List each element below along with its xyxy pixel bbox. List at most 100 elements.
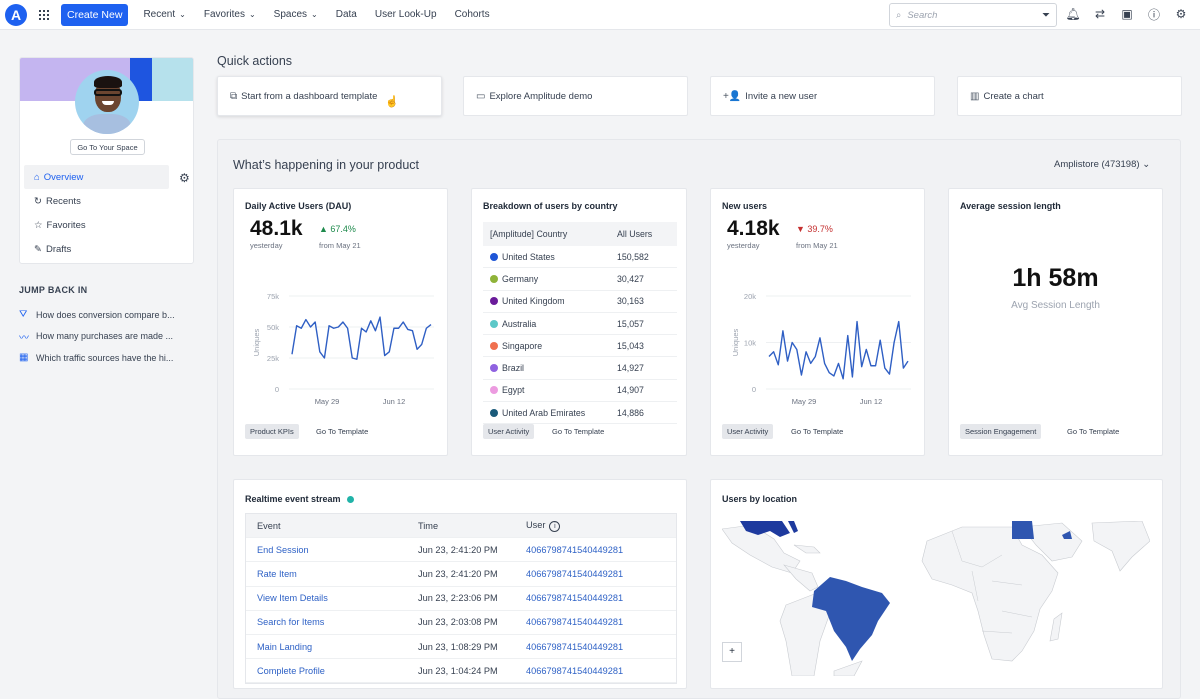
map-region-central-america [784, 565, 818, 591]
event-stream-title: Realtime event stream [245, 494, 354, 504]
bell-icon[interactable]: 🔔︎ [1066, 7, 1080, 21]
sidebar-item-label: Recents [46, 196, 81, 207]
country-row[interactable]: Brazil14,927 [483, 357, 677, 379]
nav-data[interactable]: Data [327, 9, 366, 20]
recents-icon: ↻ [34, 196, 42, 207]
world-map[interactable] [722, 521, 1150, 676]
country-row[interactable]: Egypt14,907 [483, 380, 677, 402]
dau-card: Daily Active Users (DAU) 48.1k yesterday… [233, 188, 448, 456]
country-user-count: 15,043 [617, 341, 677, 351]
event-user-link[interactable]: 4066798741540449281 [526, 642, 676, 652]
gear-icon[interactable]: ⚙ [1174, 7, 1188, 21]
series-line[interactable] [769, 322, 908, 379]
user-activity-tag[interactable]: User Activity [483, 424, 534, 439]
product-kpis-tag[interactable]: Product KPIs [245, 424, 299, 439]
main-nav: Recent⌄Favorites⌄Spaces⌄DataUser Look-Up… [134, 9, 498, 20]
country-name: Egypt [502, 385, 525, 395]
country-breakdown-title: Breakdown of users by country [483, 201, 618, 211]
jump-back-in-heading: JUMP BACK IN [19, 285, 87, 295]
go-to-template-link[interactable]: Go To Template [1067, 427, 1119, 436]
chart-icon: ▥ [970, 91, 979, 102]
y-tick-label: 75k [267, 292, 279, 301]
event-user-link[interactable]: 4066798741540449281 [526, 545, 676, 555]
x-tick-label: Jun 12 [383, 397, 406, 406]
frame-icon[interactable]: ▣ [1120, 7, 1134, 21]
country-row[interactable]: Singapore 15,043 [483, 335, 677, 357]
series-line[interactable] [292, 317, 431, 359]
event-name-link[interactable]: Rate Item [246, 569, 418, 579]
sidebar-item-recents[interactable]: ↻ Recents [24, 189, 190, 213]
country-row[interactable]: Germany30,427 [483, 268, 677, 290]
country-name: United States [502, 252, 555, 262]
country-row[interactable]: United Kingdom30,163 [483, 291, 677, 313]
sidebar-item-favorites[interactable]: ☆Favorites [24, 213, 190, 237]
project-selector[interactable]: Amplistore (473198) ⌄ [1054, 159, 1150, 170]
nav-spaces[interactable]: Spaces⌄ [265, 9, 327, 20]
space-settings-gear-icon[interactable]: ⚙ [179, 171, 190, 185]
add-user-icon: +👤 [723, 91, 741, 102]
event-time: Jun 23, 1:04:24 PM [418, 666, 526, 676]
country-column-header[interactable]: [Amplitude] Country [483, 229, 617, 239]
all-users-column-header[interactable]: All Users [617, 229, 677, 239]
event-user-link[interactable]: 4066798741540449281 [526, 666, 676, 676]
country-row[interactable]: United States150,582 [483, 246, 677, 268]
event-user-link[interactable]: 4066798741540449281 [526, 617, 676, 627]
product-panel-title: What’s happening in your product [233, 158, 419, 172]
event-name-link[interactable]: Search for Items [246, 617, 418, 627]
event-name-link[interactable]: Complete Profile [246, 666, 418, 676]
chevron-down-icon: ⌄ [1142, 159, 1150, 170]
session-engagement-tag[interactable]: Session Engagement [960, 424, 1041, 439]
app-grid-icon[interactable] [39, 10, 49, 20]
sidebar-item-overview[interactable]: ⌂Overview [24, 165, 169, 189]
chevron-down-icon: ⌄ [179, 10, 186, 19]
event-name-link[interactable]: View Item Details [246, 593, 418, 603]
sidebar-item-drafts[interactable]: ✎Drafts [24, 237, 190, 261]
quick-action-invite-a-new-user[interactable]: +👤Invite a new user [710, 76, 935, 116]
avg-session-label: Avg Session Length [949, 300, 1162, 311]
country-name: Singapore [502, 341, 542, 351]
country-color-dot-icon [490, 364, 498, 372]
swap-icon[interactable]: ⇄ [1093, 7, 1107, 21]
search-input[interactable]: ⌕ Search ⏷ [889, 3, 1057, 27]
help-icon[interactable]: ⓘ [1147, 7, 1161, 21]
jump-back-item[interactable]: 〰How many purchases are made ... [19, 326, 175, 348]
filter-icon[interactable]: ⏷ [1042, 10, 1050, 21]
info-icon[interactable]: i [549, 521, 560, 532]
user-activity-tag[interactable]: User Activity [722, 424, 773, 439]
y-axis-label: Uniques [252, 328, 261, 356]
country-color-dot-icon [490, 253, 498, 261]
country-name: United Kingdom [502, 296, 565, 306]
new-users-line-chart: 010k20kUniquesMay 29Jun 12 [711, 284, 926, 424]
nav-cohorts[interactable]: Cohorts [446, 9, 499, 20]
event-user-link[interactable]: 4066798741540449281 [526, 593, 676, 603]
jump-back-item[interactable]: ⛛How does conversion compare b... [19, 304, 175, 326]
country-row[interactable]: Australia15,057 [483, 313, 677, 335]
go-to-template-link[interactable]: Go To Template [791, 427, 843, 436]
map-region-madagascar [1050, 613, 1062, 641]
event-name-link[interactable]: Main Landing [246, 642, 418, 652]
nav-recent[interactable]: Recent⌄ [134, 9, 194, 20]
create-new-button[interactable]: Create New [61, 4, 128, 26]
event-row: View Item DetailsJun 23, 2:23:06 PM40667… [246, 587, 676, 611]
event-user-link[interactable]: 4066798741540449281 [526, 569, 676, 579]
x-tick-label: May 29 [315, 397, 340, 406]
new-users-value-label: yesterday [727, 241, 760, 250]
sidebar-item-label: Favorites [47, 220, 86, 231]
jump-back-item[interactable]: ▦Which traffic sources have the hi... [19, 347, 175, 369]
country-user-count: 30,427 [617, 274, 677, 284]
go-to-template-link[interactable]: Go To Template [552, 427, 604, 436]
quick-action-start-from-a-dashboard-template[interactable]: ⧉Start from a dashboard template☝ [217, 76, 442, 116]
quick-action-explore-amplitude-demo[interactable]: ▭Explore Amplitude demo [463, 76, 688, 116]
nav-user-look-up[interactable]: User Look-Up [366, 9, 446, 20]
avg-session-card: Average session length 1h 58m Avg Sessio… [948, 188, 1163, 456]
demo-device-icon: ▭ [476, 91, 485, 102]
event-name-link[interactable]: End Session [246, 545, 418, 555]
country-row[interactable]: United Arab Emirates14,886 [483, 402, 677, 424]
go-to-your-space-button[interactable]: Go To Your Space [70, 139, 145, 155]
map-zoom-in-button[interactable]: + [722, 642, 742, 662]
go-to-template-link[interactable]: Go To Template [316, 427, 368, 436]
quick-action-create-a-chart[interactable]: ▥Create a chart [957, 76, 1182, 116]
amplitude-logo-icon[interactable]: A [5, 4, 27, 26]
nav-favorites[interactable]: Favorites⌄ [195, 9, 265, 20]
event-table-header: Event Time Useri [246, 514, 676, 538]
